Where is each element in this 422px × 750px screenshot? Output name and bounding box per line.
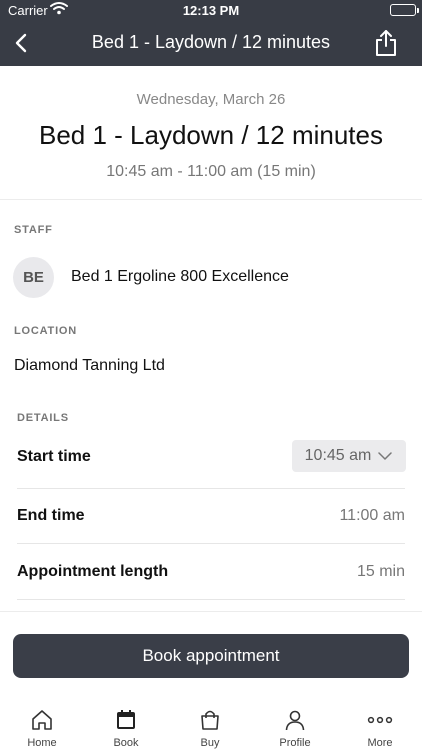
battery-icon bbox=[390, 4, 419, 16]
avatar: BE bbox=[13, 257, 54, 298]
tab-bar: Home Book Buy Profile More bbox=[0, 700, 422, 750]
chevron-down-icon bbox=[378, 452, 393, 460]
share-button[interactable] bbox=[372, 28, 400, 58]
tab-book-label: Book bbox=[113, 737, 139, 749]
tab-home-label: Home bbox=[27, 737, 57, 749]
row-divider bbox=[17, 543, 405, 544]
divider bbox=[0, 611, 422, 612]
navigation-bar: Bed 1 - Laydown / 12 minutes bbox=[0, 20, 422, 66]
location-name: Diamond Tanning Ltd bbox=[14, 357, 165, 374]
start-time-value: 10:45 am bbox=[304, 447, 372, 464]
more-dots-icon bbox=[367, 707, 393, 733]
appointment-length-label: Appointment length bbox=[17, 563, 169, 580]
status-bar: Carrier 12:13 PM bbox=[0, 0, 422, 20]
end-time-label: End time bbox=[17, 507, 85, 524]
book-appointment-button[interactable]: Book appointment bbox=[13, 634, 409, 678]
staff-name: Bed 1 Ergoline 800 Excellence bbox=[71, 268, 289, 285]
calendar-icon bbox=[113, 707, 139, 733]
appointment-length-value: 15 min bbox=[356, 563, 405, 580]
home-icon bbox=[29, 707, 55, 733]
tab-buy-label: Buy bbox=[200, 737, 220, 749]
share-icon bbox=[376, 30, 396, 56]
tab-home[interactable]: Home bbox=[0, 700, 84, 750]
tab-more[interactable]: More bbox=[338, 700, 422, 750]
nav-title: Bed 1 - Laydown / 12 minutes bbox=[91, 32, 331, 52]
tab-buy[interactable]: Buy bbox=[168, 700, 252, 750]
divider bbox=[0, 199, 422, 200]
tab-book[interactable]: Book bbox=[84, 700, 168, 750]
start-time-select[interactable]: 10:45 am bbox=[292, 440, 406, 472]
tab-profile[interactable]: Profile bbox=[253, 700, 337, 750]
chevron-left-icon bbox=[15, 33, 27, 53]
location-section-label: LOCATION bbox=[14, 325, 78, 337]
details-section-label: DETAILS bbox=[17, 412, 69, 424]
end-time-value: 11:00 am bbox=[339, 507, 405, 524]
row-divider bbox=[17, 599, 405, 600]
tab-more-label: More bbox=[367, 737, 393, 749]
appointment-title: Bed 1 - Laydown / 12 minutes bbox=[39, 120, 383, 150]
appointment-date: Wednesday, March 26 bbox=[136, 91, 286, 108]
staff-section-label: STAFF bbox=[14, 224, 53, 236]
status-time: 12:13 PM bbox=[182, 3, 240, 18]
shopping-bag-icon bbox=[197, 707, 223, 733]
appointment-time-range: 10:45 am - 11:00 am (15 min) bbox=[106, 163, 316, 180]
row-divider bbox=[17, 488, 405, 489]
tab-profile-label: Profile bbox=[279, 737, 311, 749]
start-time-label: Start time bbox=[17, 448, 91, 465]
person-icon bbox=[282, 707, 308, 733]
back-button[interactable] bbox=[8, 29, 34, 57]
